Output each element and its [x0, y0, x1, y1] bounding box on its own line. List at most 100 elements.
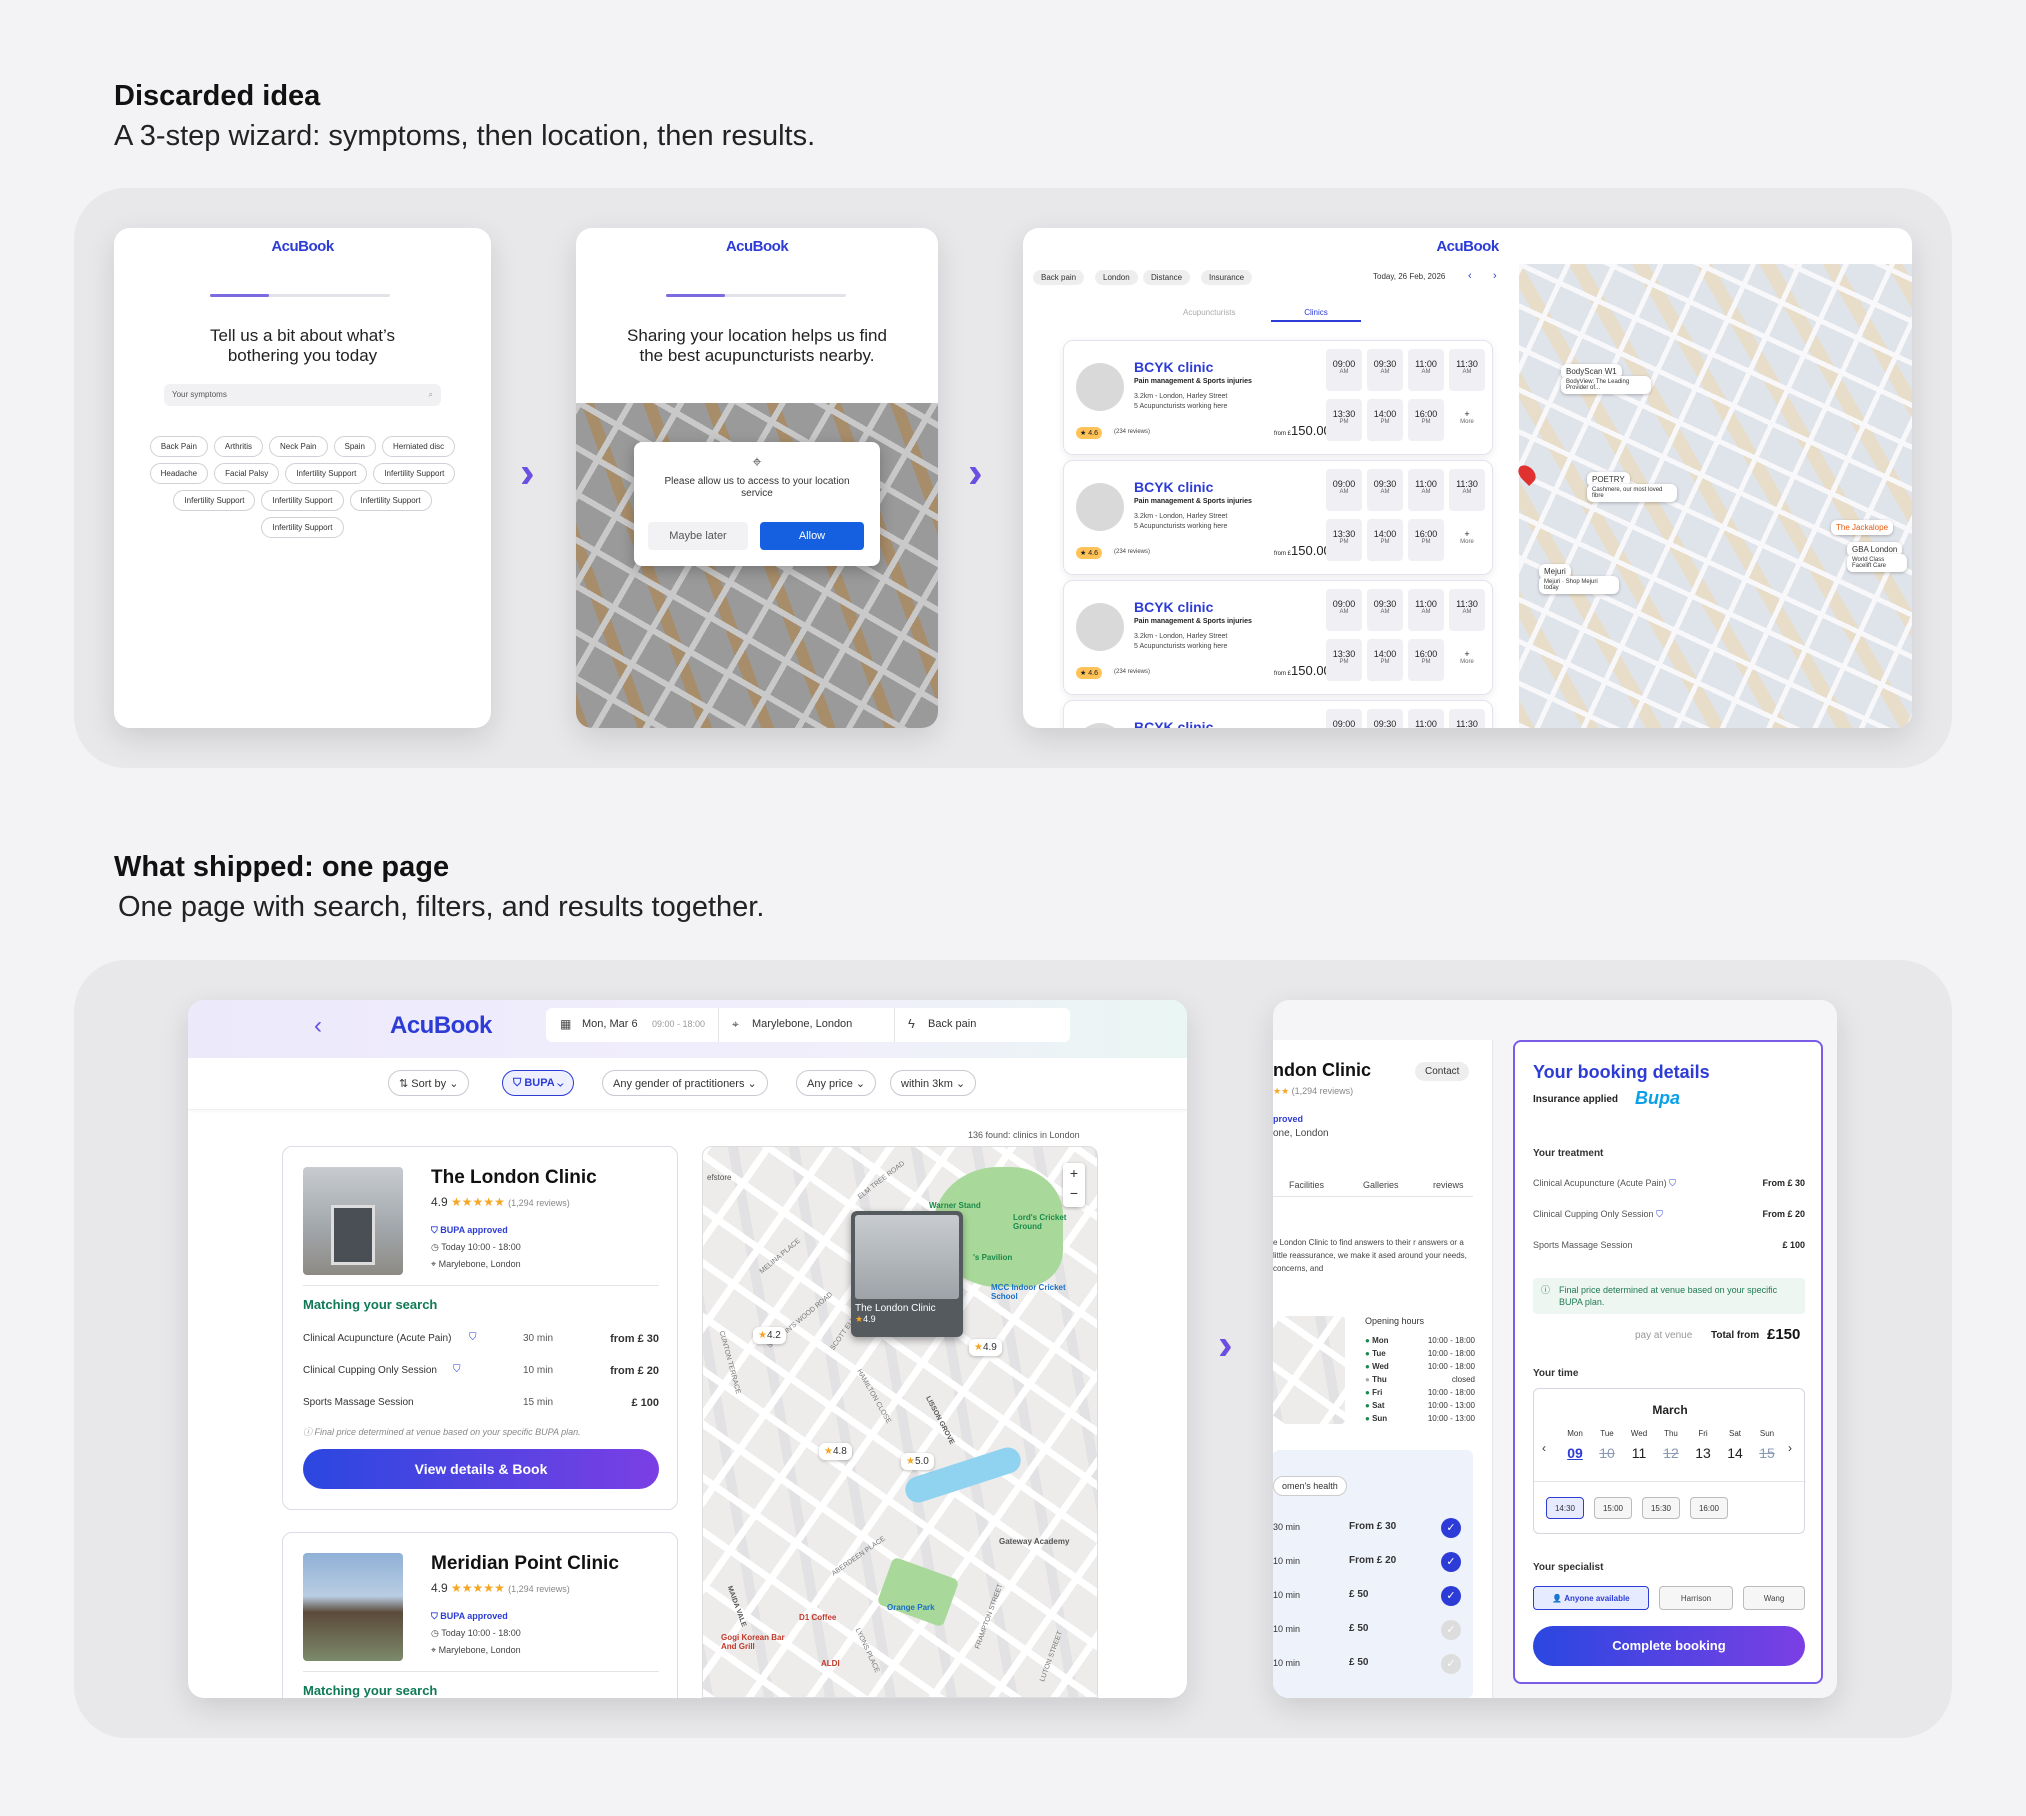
time-slot[interactable]: 11:00AM	[1408, 469, 1444, 511]
next-date-button[interactable]: ›	[1493, 270, 1497, 282]
time-slot[interactable]: 11:00AM	[1408, 709, 1444, 728]
category-tag[interactable]: omen's health	[1273, 1476, 1347, 1496]
symptom-chip[interactable]: Headache	[149, 463, 209, 484]
more-slots-button[interactable]: + More	[1449, 399, 1485, 441]
symptom-chip[interactable]: Infertility Support	[285, 463, 368, 484]
symptom-chip[interactable]: Infertility Support	[261, 490, 344, 511]
results-filter-chip[interactable]: London	[1095, 270, 1138, 285]
complete-booking-button[interactable]: Complete booking	[1533, 1626, 1805, 1666]
insurer-filter[interactable]: ⛉ BUPA ⌄	[502, 1070, 575, 1096]
treatment-row[interactable]: 10 min £ 50 ✓	[1273, 1618, 1469, 1642]
time-slot[interactable]: 13:30 PM	[1326, 399, 1362, 441]
tab-facilities[interactable]: Facilities	[1289, 1180, 1324, 1190]
time-slot[interactable]: 09:30AM	[1367, 469, 1403, 511]
calendar-day[interactable]: 13	[1688, 1445, 1718, 1461]
time-slot[interactable]: 14:00 PM	[1367, 519, 1403, 561]
symptom-chip[interactable]: Spain	[333, 436, 376, 457]
symptom-chip[interactable]: Back Pain	[149, 436, 208, 457]
time-slot[interactable]: 16:00	[1690, 1497, 1728, 1519]
maybe-later-button[interactable]: Maybe later	[648, 522, 748, 550]
clinic-name[interactable]: Meridian Point Clinic	[431, 1553, 619, 1575]
specialist-option[interactable]: Wang	[1743, 1586, 1805, 1610]
results-filter-chip[interactable]: Insurance	[1201, 270, 1253, 285]
more-slots-button[interactable]: + More	[1449, 519, 1485, 561]
time-slot[interactable]: 11:00AM	[1408, 349, 1444, 391]
more-slots-button[interactable]: + More	[1449, 639, 1485, 681]
results-filter-chip[interactable]: Back pain	[1033, 270, 1085, 285]
time-slot[interactable]: 14:00 PM	[1367, 639, 1403, 681]
checkbox-icon[interactable]: ✓	[1441, 1654, 1461, 1674]
calendar-day[interactable]: 15	[1752, 1445, 1782, 1461]
clinic-name[interactable]: BCYK clinic	[1134, 719, 1213, 728]
time-slot[interactable]: 13:30 PM	[1326, 639, 1362, 681]
tab-clinics[interactable]: Clinics	[1271, 308, 1361, 322]
time-slot[interactable]: 16:00 PM	[1408, 399, 1444, 441]
sort-by-dropdown[interactable]: ⇅ Sort by ⌄	[388, 1070, 470, 1096]
treatment-row[interactable]: 10 min From £ 20 ✓	[1273, 1550, 1469, 1574]
time-slot[interactable]: 15:00	[1594, 1497, 1632, 1519]
symptoms-input[interactable]: Your symptoms ⌕	[164, 384, 441, 406]
treatment-row[interactable]: 10 min £ 50 ✓	[1273, 1584, 1469, 1608]
checkbox-icon[interactable]: ✓	[1441, 1552, 1461, 1572]
specialist-option[interactable]: 👤 Anyone available	[1533, 1586, 1649, 1610]
tab-acupuncturists[interactable]: Acupuncturists	[1183, 308, 1235, 317]
symptom-chip[interactable]: Arthritis	[213, 436, 264, 457]
distance-filter[interactable]: within 3km ⌄	[890, 1070, 977, 1096]
calendar-day[interactable]: 10	[1592, 1445, 1622, 1461]
checkbox-icon[interactable]: ✓	[1441, 1586, 1461, 1606]
clinic-card[interactable]: Meridian Point Clinic 4.9 ★★★★★ (1,294 r…	[282, 1532, 678, 1698]
symptom-chip[interactable]: Herniated disc	[381, 436, 456, 457]
clinic-name[interactable]: BCYK clinic	[1134, 479, 1213, 495]
symptom-chip[interactable]: Infertility Support	[373, 463, 456, 484]
clinic-card[interactable]: BCYK clinicPain management & Sports inju…	[1063, 340, 1493, 455]
results-map[interactable]: efstore Warner Stand Lord's Cricket Grou…	[702, 1146, 1098, 1698]
time-slot[interactable]: 13:30 PM	[1326, 519, 1362, 561]
zoom-out-button[interactable]: −	[1063, 1183, 1085, 1203]
treatment-row[interactable]: 10 min £ 50 ✓	[1273, 1652, 1469, 1676]
treatment-row[interactable]: 30 min From £ 30 ✓	[1273, 1516, 1469, 1540]
map-rating-pin[interactable]: ★4.8	[819, 1443, 852, 1460]
time-slot[interactable]: 09:30AM	[1367, 709, 1403, 728]
allow-button[interactable]: Allow	[760, 522, 864, 550]
prev-date-button[interactable]: ‹	[1468, 270, 1472, 282]
mini-map[interactable]	[1273, 1316, 1345, 1424]
time-slot[interactable]: 11:30AM	[1449, 349, 1485, 391]
calendar-day[interactable]: 14	[1720, 1445, 1750, 1461]
view-details-book-button[interactable]: View details & Book	[303, 1449, 659, 1489]
time-slot[interactable]: 09:30AM	[1367, 589, 1403, 631]
next-week-button[interactable]: ›	[1788, 1441, 1792, 1455]
time-slot[interactable]: 11:30AM	[1449, 709, 1485, 728]
time-slot[interactable]: 14:30	[1546, 1497, 1584, 1519]
results-filter-chip[interactable]: Distance	[1143, 270, 1191, 285]
clinic-card[interactable]: BCYK clinicPain management & Sports inju…	[1063, 460, 1493, 575]
time-slot[interactable]: 11:30AM	[1449, 589, 1485, 631]
time-slot[interactable]: 15:30	[1642, 1497, 1680, 1519]
checkbox-icon[interactable]: ✓	[1441, 1518, 1461, 1538]
gender-filter[interactable]: Any gender of practitioners ⌄	[602, 1070, 768, 1096]
tab-reviews[interactable]: reviews	[1433, 1180, 1464, 1190]
checkbox-icon[interactable]: ✓	[1441, 1620, 1461, 1640]
search-summary-bar[interactable]: ▦ Mon, Mar 6 09:00 - 18:00 ⌖ Marylebone,…	[546, 1008, 1070, 1042]
clinic-name[interactable]: BCYK clinic	[1134, 359, 1213, 375]
time-slot[interactable]: 09:00AM	[1326, 589, 1362, 631]
zoom-in-button[interactable]: +	[1063, 1163, 1085, 1183]
calendar-day[interactable]: 11	[1624, 1445, 1654, 1461]
map-rating-pin[interactable]: ★4.9	[969, 1339, 1002, 1356]
clinic-name[interactable]: BCYK clinic	[1134, 599, 1213, 615]
map-popup-clinic[interactable]: The London Clinic ★4.9	[851, 1211, 963, 1337]
specialist-option[interactable]: Harrison	[1659, 1586, 1733, 1610]
symptom-chip[interactable]: Infertility Support	[173, 490, 256, 511]
calendar-day[interactable]: 12	[1656, 1445, 1686, 1461]
prev-week-button[interactable]: ‹	[1542, 1441, 1546, 1455]
symptom-chip[interactable]: Neck Pain	[269, 436, 328, 457]
clinic-name[interactable]: The London Clinic	[431, 1167, 597, 1189]
calendar-day[interactable]: 09	[1560, 1445, 1590, 1461]
time-slot[interactable]: 09:30AM	[1367, 349, 1403, 391]
clinic-card[interactable]: BCYK clinicPain management & Sports inju…	[1063, 580, 1493, 695]
time-slot[interactable]: 09:00AM	[1326, 469, 1362, 511]
clinic-card[interactable]: The London Clinic 4.9 ★★★★★ (1,294 revie…	[282, 1146, 678, 1510]
clinic-card[interactable]: BCYK clinicPain management & Sports inju…	[1063, 700, 1493, 728]
tab-galleries[interactable]: Galleries	[1363, 1180, 1399, 1190]
back-button[interactable]: ‹	[314, 1012, 322, 1040]
symptom-chip[interactable]: Infertility Support	[349, 490, 432, 511]
